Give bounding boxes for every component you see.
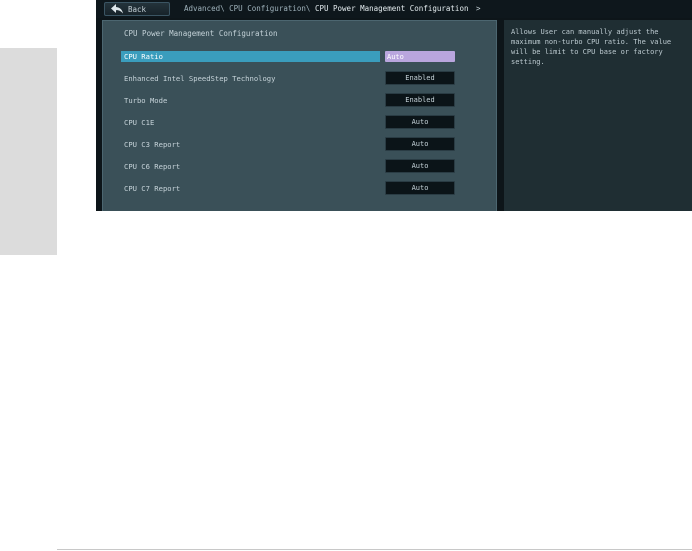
- setting-row-turbo-mode[interactable]: Turbo Mode Enabled: [121, 93, 490, 107]
- side-tab: [0, 48, 57, 255]
- chevron-right-icon: >: [476, 4, 481, 13]
- breadcrumb-advanced[interactable]: Advanced\: [184, 4, 225, 13]
- help-text: Allows User can manually adjust the maxi…: [511, 28, 672, 66]
- setting-row-cpu-c6-report[interactable]: CPU C6 Report Auto: [121, 159, 490, 173]
- top-bar: Back Advanced\ CPU Configuration\ CPU Po…: [96, 0, 692, 18]
- cpu-ratio-input[interactable]: Auto: [385, 51, 455, 62]
- breadcrumb-current: CPU Power Management Configuration: [314, 4, 469, 13]
- footer-divider: [57, 549, 692, 550]
- setting-label: CPU C6 Report: [124, 162, 181, 171]
- setting-label: CPU C7 Report: [124, 184, 181, 193]
- setting-row-cpu-c1e[interactable]: CPU C1E Auto: [121, 115, 490, 129]
- back-button[interactable]: Back: [104, 2, 170, 16]
- bios-window: Back Advanced\ CPU Configuration\ CPU Po…: [96, 0, 692, 211]
- speedstep-value-button[interactable]: Enabled: [385, 71, 455, 85]
- setting-label: CPU C3 Report: [124, 140, 181, 149]
- setting-row-cpu-c3-report[interactable]: CPU C3 Report Auto: [121, 137, 490, 151]
- setting-row-speedstep[interactable]: Enhanced Intel SpeedStep Technology Enab…: [121, 71, 490, 85]
- setting-row-cpu-c7-report[interactable]: CPU C7 Report Auto: [121, 181, 490, 195]
- setting-row-cpu-ratio[interactable]: CPU Ratio Auto: [121, 51, 490, 62]
- breadcrumb-cpu-configuration[interactable]: CPU Configuration\: [229, 4, 310, 13]
- setting-label: Turbo Mode: [124, 96, 168, 105]
- cpu-c7-report-value-button[interactable]: Auto: [385, 181, 455, 195]
- back-arrow-icon: [111, 4, 123, 14]
- breadcrumb: Advanced\ CPU Configuration\ CPU Power M…: [184, 4, 481, 13]
- setting-label: CPU Ratio: [124, 52, 163, 61]
- turbo-mode-value-button[interactable]: Enabled: [385, 93, 455, 107]
- cpu-c3-report-value-button[interactable]: Auto: [385, 137, 455, 151]
- cpu-c6-report-value-button[interactable]: Auto: [385, 159, 455, 173]
- back-label: Back: [128, 4, 147, 14]
- cpu-c1e-value-button[interactable]: Auto: [385, 115, 455, 129]
- panel-title: CPU Power Management Configuration: [124, 29, 278, 38]
- help-panel: Allows User can manually adjust the maxi…: [504, 20, 692, 211]
- setting-label: CPU C1E: [124, 118, 155, 127]
- settings-panel: CPU Power Management Configuration CPU R…: [102, 20, 497, 211]
- setting-label: Enhanced Intel SpeedStep Technology: [124, 74, 276, 83]
